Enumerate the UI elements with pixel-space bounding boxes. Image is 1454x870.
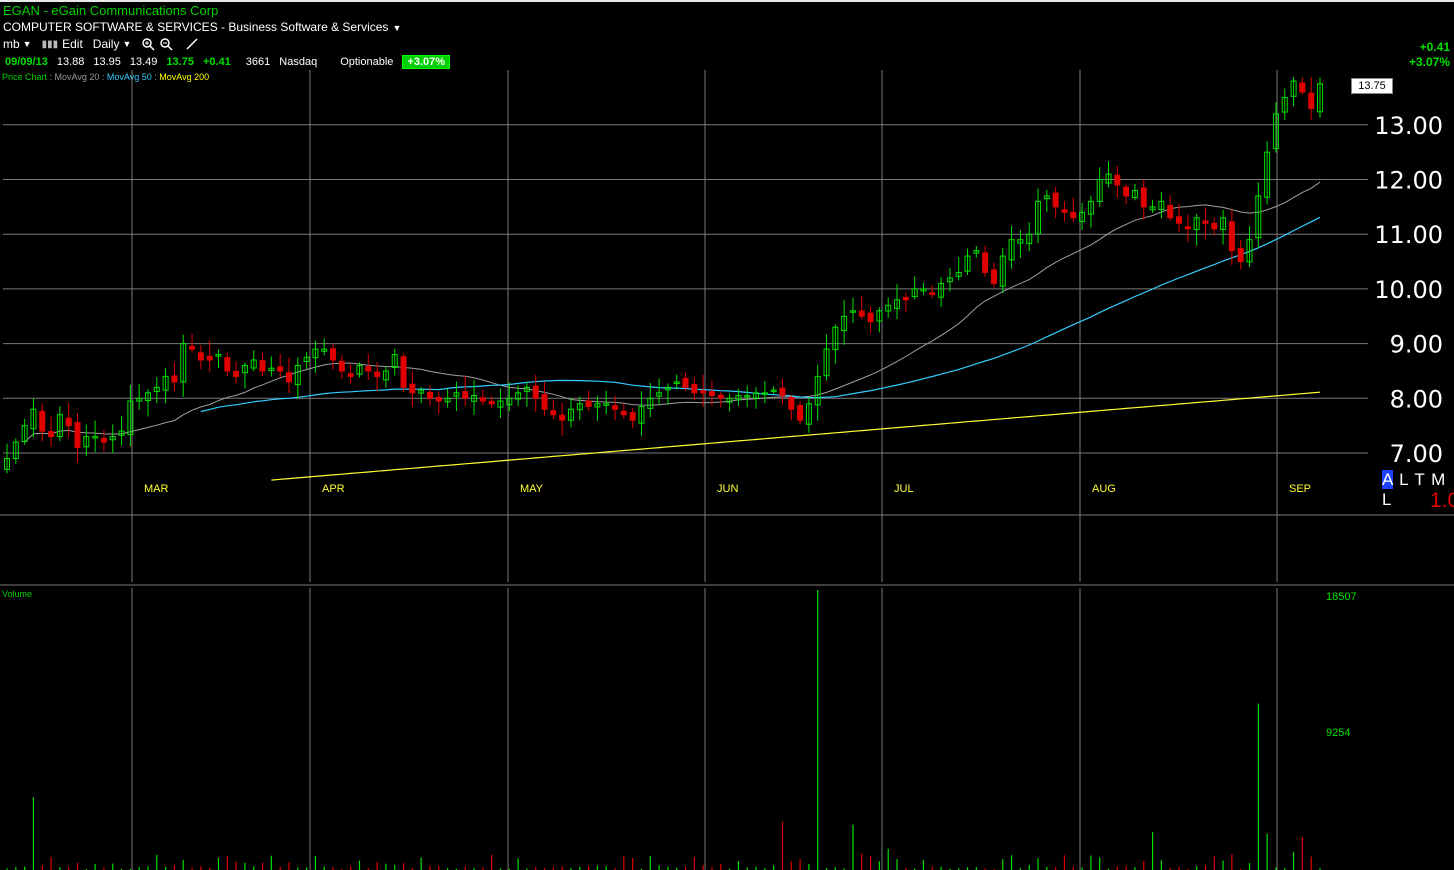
candle-body xyxy=(100,437,107,443)
candle-body xyxy=(1061,209,1068,213)
y-tick-label: 9.00 xyxy=(1390,331,1443,359)
y-tick-label: 8.00 xyxy=(1390,385,1443,413)
x-tick-label: APR xyxy=(322,483,345,495)
candle-body xyxy=(550,410,557,416)
candle-body xyxy=(435,396,442,402)
candle-body xyxy=(559,414,566,421)
candle-body xyxy=(867,312,874,323)
moving-averages xyxy=(24,181,1321,481)
candle-body xyxy=(409,383,416,394)
volume-tick-label: 18507 xyxy=(1326,591,1357,603)
candle-body xyxy=(1202,220,1209,224)
volume-panel-label: Volume xyxy=(2,589,33,599)
candle-body xyxy=(929,292,936,295)
volume-bars xyxy=(6,590,1321,870)
x-tick-label: JUL xyxy=(894,483,914,495)
last-price-label: 13.75 xyxy=(1351,78,1393,94)
candle-body xyxy=(488,400,495,405)
price-chart[interactable]: 13.00 12.00 11.00 10.00 9.00 8.00 7.00 MAR APR MA… xyxy=(0,0,1454,870)
candle-body xyxy=(74,422,81,449)
candle-body xyxy=(779,387,786,397)
timeframe-selected[interactable]: A xyxy=(1382,470,1394,489)
candle-body xyxy=(330,348,337,361)
candle-body xyxy=(691,383,698,394)
candle-body xyxy=(189,345,196,350)
candle-body xyxy=(1070,211,1077,219)
candle-body xyxy=(541,394,548,410)
candle-body xyxy=(206,355,213,361)
candle-body xyxy=(347,373,354,377)
candle-body xyxy=(612,405,619,410)
candle-body xyxy=(426,391,433,399)
candle-body xyxy=(629,412,636,421)
candle-body xyxy=(700,390,707,394)
candle-body xyxy=(1211,222,1218,230)
candle-body xyxy=(1184,226,1191,230)
candle-body xyxy=(171,375,178,383)
candle-body xyxy=(1308,92,1315,109)
candle-body xyxy=(682,377,689,388)
candle-body xyxy=(479,397,486,402)
bottom-right-value: 1.0 xyxy=(1430,489,1454,512)
candle-body xyxy=(197,352,204,361)
candle-body xyxy=(990,269,997,284)
candle-body xyxy=(1052,192,1059,208)
candle-body xyxy=(39,410,46,432)
candle-body xyxy=(65,417,72,427)
ma20-line xyxy=(24,181,1321,443)
candle-body xyxy=(788,396,795,410)
candle-body xyxy=(1167,204,1174,219)
y-tick-label: 12.00 xyxy=(1374,167,1443,195)
candle-body xyxy=(365,366,372,372)
candle-body xyxy=(717,394,724,399)
x-tick-label: SEP xyxy=(1289,483,1311,495)
candle-body xyxy=(462,391,469,399)
y-tick-label: 11.00 xyxy=(1374,221,1443,249)
candle-body xyxy=(400,356,407,388)
axis-labels: 13.00 12.00 11.00 10.00 9.00 8.00 7.00 MAR APR MA… xyxy=(144,112,1443,739)
candle-body xyxy=(1299,82,1306,93)
candle-body xyxy=(1140,187,1147,208)
candle-body xyxy=(338,360,345,372)
volume-tick-label: 9254 xyxy=(1326,727,1350,739)
candle-body xyxy=(982,252,989,273)
x-tick-label: MAY xyxy=(520,483,544,495)
candle-body xyxy=(259,360,266,372)
ma50-line xyxy=(200,216,1321,413)
candle-body xyxy=(48,431,55,438)
ma200-line xyxy=(271,391,1321,481)
candle-body xyxy=(277,366,284,372)
candle-body xyxy=(224,357,231,372)
candle-body xyxy=(532,385,539,399)
candle-body xyxy=(585,400,592,408)
candle-body xyxy=(708,391,715,397)
candle-body xyxy=(1228,221,1235,252)
candle-body xyxy=(858,310,865,317)
candle-body xyxy=(797,404,804,421)
candle-body xyxy=(1237,248,1244,263)
candle-body xyxy=(285,372,292,383)
x-tick-label: JUN xyxy=(717,483,738,495)
y-tick-label: 13.00 xyxy=(1374,112,1443,140)
grid-lines xyxy=(0,70,1454,870)
candle-body xyxy=(902,296,909,301)
y-tick-label: 10.00 xyxy=(1374,276,1443,304)
candle-body xyxy=(1123,186,1130,197)
x-tick-label: MAR xyxy=(144,483,169,495)
candle-body xyxy=(1176,216,1183,224)
candle-body xyxy=(374,371,381,377)
y-tick-label: 7.00 xyxy=(1390,440,1443,468)
candles xyxy=(4,76,1323,474)
x-tick-label: AUG xyxy=(1092,483,1116,495)
candle-body xyxy=(620,410,627,416)
candle-body xyxy=(233,370,240,377)
candle-body xyxy=(1114,174,1121,186)
